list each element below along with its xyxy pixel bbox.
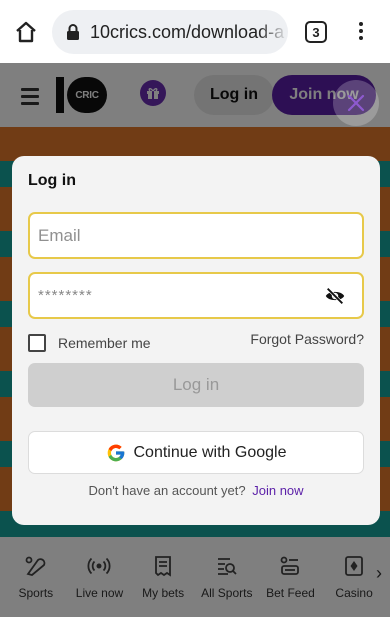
eye-slash-icon[interactable] [324, 285, 346, 307]
more-options-icon[interactable] [355, 20, 367, 44]
join-now-link[interactable]: Join now [252, 483, 303, 498]
login-modal: Log in ******** Remember me Forgot Passw… [12, 156, 380, 525]
modal-title: Log in [28, 172, 76, 189]
browser-toolbar: 10crics.com/download-a 3 [0, 0, 390, 63]
login-submit-button[interactable]: Log in [28, 363, 364, 407]
close-icon [347, 94, 365, 112]
google-signin-button[interactable]: Continue with Google [28, 431, 364, 474]
home-icon[interactable] [14, 20, 38, 44]
lock-icon [67, 24, 79, 40]
email-input[interactable] [30, 214, 362, 257]
google-icon [107, 444, 124, 461]
remember-label: Remember me [58, 335, 151, 351]
signup-prompt: Don't have an account yet? Join now [12, 483, 380, 498]
remember-me[interactable]: Remember me [28, 334, 151, 352]
email-field[interactable] [28, 212, 364, 259]
password-input[interactable]: ******** [30, 287, 324, 304]
url-text: 10crics.com/download-a [90, 21, 285, 42]
close-button[interactable] [333, 80, 379, 126]
forgot-password-link[interactable]: Forgot Password? [250, 331, 364, 347]
password-field[interactable]: ******** [28, 272, 364, 319]
address-bar[interactable]: 10crics.com/download-a [52, 10, 288, 54]
signup-prompt-text: Don't have an account yet? [88, 483, 246, 498]
tab-switcher-button[interactable]: 3 [305, 21, 327, 43]
remember-checkbox[interactable] [28, 334, 46, 352]
google-signin-label: Continue with Google [133, 443, 287, 461]
